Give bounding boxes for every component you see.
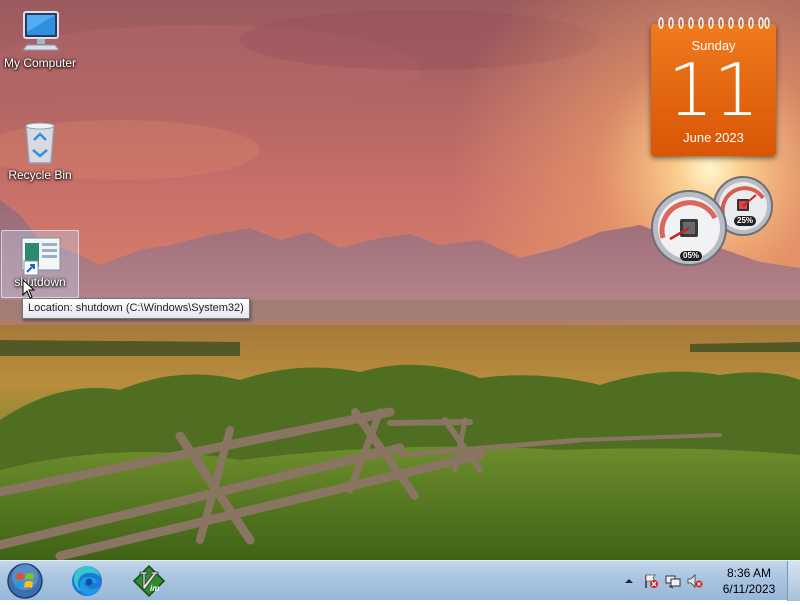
cpu-percent: 05%: [680, 251, 703, 261]
location-tooltip: Location: shutdown (C:\Windows\System32): [22, 298, 250, 319]
desktop-icon-shutdown[interactable]: shutdown: [1, 230, 79, 298]
action-center-flag-icon: [645, 574, 658, 588]
show-hidden-icons-arrow: [625, 579, 633, 583]
taskbar-edge-button[interactable]: [64, 563, 110, 599]
memory-percent: 25%: [734, 216, 757, 226]
mouse-pointer-icon: [22, 279, 36, 299]
clock-time: 8:36 AM: [726, 566, 772, 580]
desktop-icon-my-computer[interactable]: My Computer: [1, 8, 79, 70]
vim-icon: im: [132, 564, 166, 598]
cpu-meter-gadget[interactable]: 25% 05%: [650, 175, 776, 270]
calendar-month-year: June 2023: [683, 130, 744, 145]
taskbar-vim-button[interactable]: im: [126, 563, 172, 599]
show-hidden-icons-button[interactable]: [620, 572, 638, 590]
edge-browser-icon: [72, 565, 102, 596]
desktop-icon-recycle-bin[interactable]: Recycle Bin: [1, 120, 79, 182]
windows-start-icon: [7, 563, 43, 599]
svg-text:im: im: [150, 584, 159, 593]
desktop-icon-label: My Computer: [3, 56, 77, 70]
action-center-tray-button[interactable]: [642, 572, 660, 590]
calendar-gadget[interactable]: Sunday 11 June 2023: [651, 17, 776, 156]
taskbar: im 8:36 AM 6/11/2023: [0, 560, 800, 601]
calendar-date: 11: [667, 48, 760, 132]
clock-date: 6/11/2023: [722, 582, 776, 596]
desktop-icon-label: shutdown: [14, 275, 66, 289]
desktop-icon-label: Recycle Bin: [8, 168, 72, 182]
network-icon: [665, 575, 681, 589]
calendar-rings: [658, 17, 770, 29]
computer-icon: [21, 11, 61, 51]
volume-muted-icon: [687, 574, 703, 588]
volume-tray-button[interactable]: [686, 572, 704, 590]
taskbar-clock[interactable]: 8:36 AM 6/11/2023: [714, 565, 784, 597]
network-tray-button[interactable]: [664, 572, 682, 590]
start-button[interactable]: [5, 562, 45, 600]
recycle-bin-icon: [25, 122, 55, 164]
show-desktop-button[interactable]: [787, 561, 800, 601]
notification-area: [618, 561, 706, 601]
